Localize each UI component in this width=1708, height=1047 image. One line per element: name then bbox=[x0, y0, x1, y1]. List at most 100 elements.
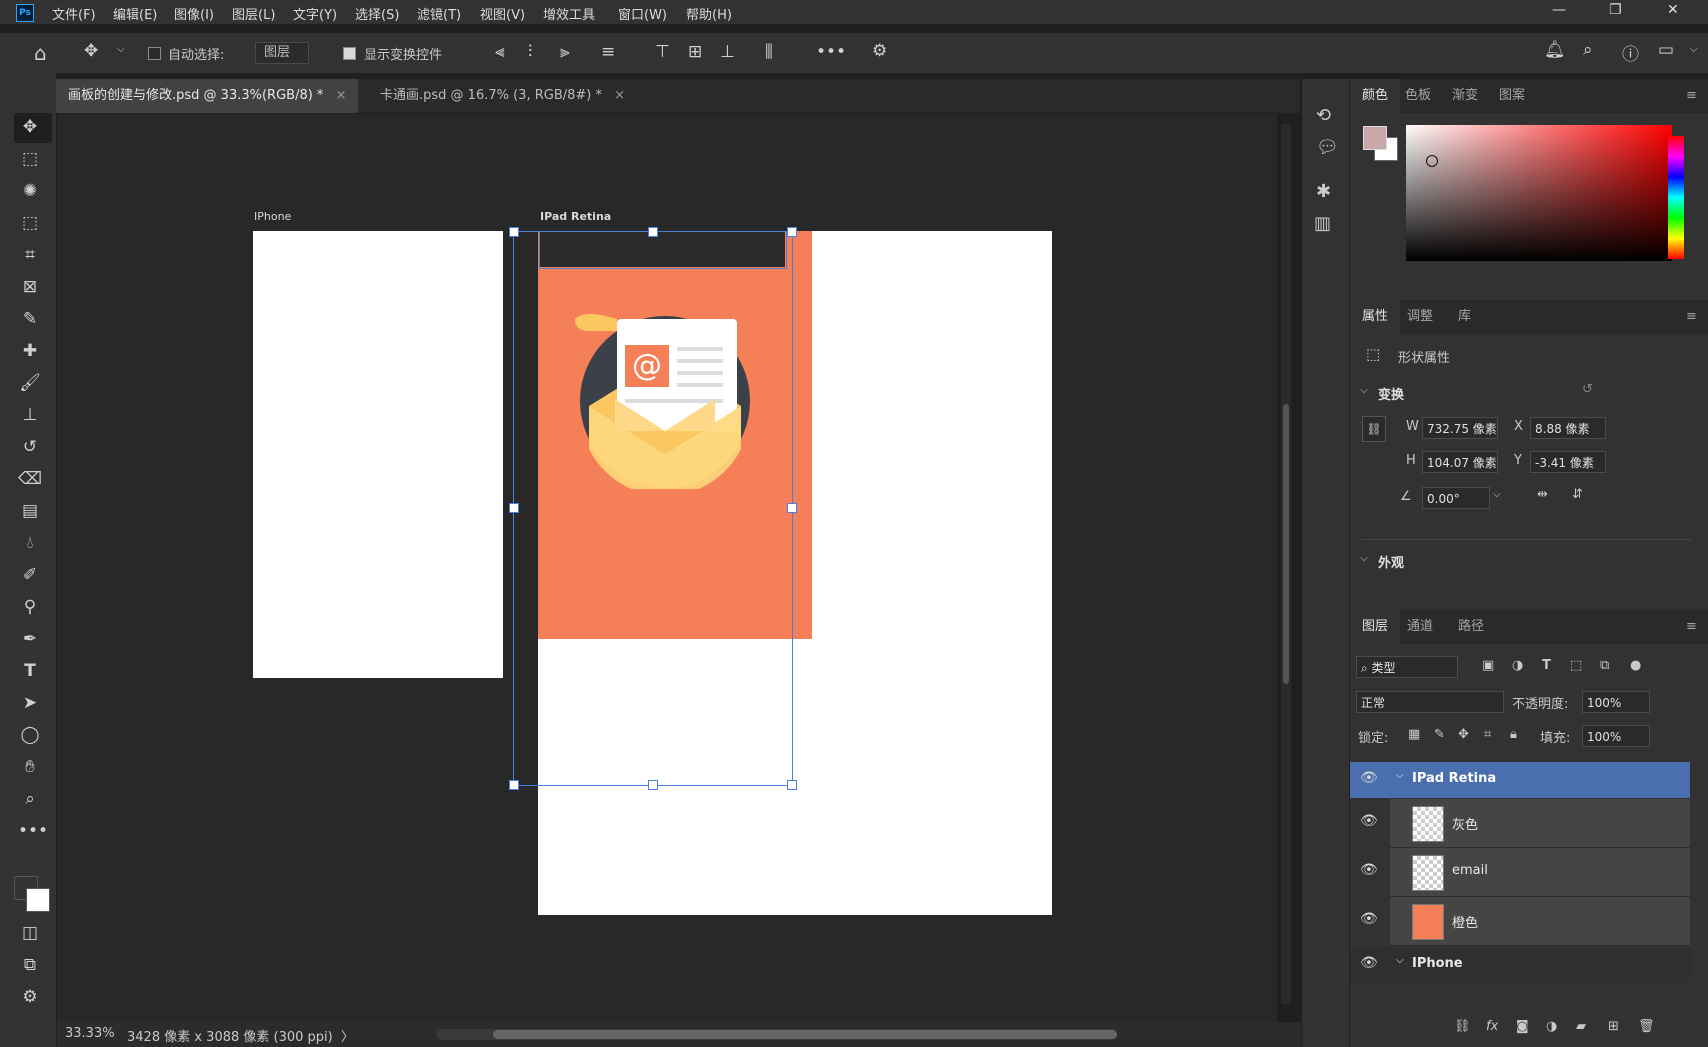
menu-window[interactable]: 窗口(W) bbox=[618, 4, 667, 23]
type-filter-icon[interactable]: T bbox=[1542, 658, 1551, 673]
pen-tool-icon[interactable]: ✒ bbox=[18, 629, 42, 649]
tab-document-1[interactable]: 画板的创建与修改.psd @ 33.3%(RGB/8) * × bbox=[56, 79, 359, 113]
bell-icon[interactable]: 🔔︎ bbox=[1544, 40, 1566, 60]
fill-field[interactable]: 100% bbox=[1582, 725, 1650, 747]
opacity-field[interactable]: 100% bbox=[1582, 691, 1650, 713]
distribute-icon[interactable]: ≡ bbox=[601, 42, 615, 62]
flip-vertical-icon[interactable]: ⇵ bbox=[1572, 487, 1583, 502]
horizontal-scroll-thumb[interactable] bbox=[493, 1030, 1117, 1039]
close-icon[interactable]: × bbox=[336, 88, 347, 103]
tab-channels[interactable]: 通道 bbox=[1407, 610, 1433, 644]
chevron-down-icon[interactable]: ⌵ bbox=[1493, 489, 1501, 500]
folder-icon[interactable]: ▰ bbox=[1576, 1019, 1586, 1034]
history-brush-icon[interactable]: ↺ bbox=[18, 437, 42, 457]
transform-handle[interactable] bbox=[509, 503, 519, 513]
transform-handle[interactable] bbox=[648, 780, 658, 790]
image-filter-icon[interactable]: ▣ bbox=[1482, 658, 1494, 673]
visibility-eye-icon[interactable]: 👁︎ bbox=[1360, 813, 1378, 829]
angle-field[interactable]: 0.00° bbox=[1422, 487, 1490, 509]
close-icon[interactable]: × bbox=[614, 88, 625, 103]
color-picker-cursor[interactable] bbox=[1426, 155, 1438, 167]
maximize-button[interactable]: ❐ bbox=[1609, 2, 1622, 18]
tab-color[interactable]: 颜色 bbox=[1350, 79, 1400, 113]
tab-layers[interactable]: 图层 bbox=[1350, 610, 1400, 644]
artboard-iphone[interactable] bbox=[253, 231, 503, 678]
transform-handle[interactable] bbox=[787, 503, 797, 513]
tab-patterns[interactable]: 图案 bbox=[1499, 79, 1525, 113]
tab-libraries[interactable]: 库 bbox=[1458, 300, 1471, 334]
tab-adjustments[interactable]: 调整 bbox=[1407, 300, 1433, 334]
brush-settings-icon[interactable]: ✱ bbox=[1316, 181, 1331, 202]
comment-icon[interactable]: 💬︎ bbox=[1316, 137, 1339, 158]
extras-icon[interactable]: ⚙ bbox=[18, 987, 42, 1007]
adjustment-filter-icon[interactable]: ◑ bbox=[1512, 658, 1523, 673]
status-menu-arrow[interactable]: 〉 bbox=[341, 1026, 354, 1045]
visibility-eye-icon[interactable]: 👁︎ bbox=[1360, 770, 1378, 786]
artboard-label-ipad[interactable]: IPad Retina bbox=[540, 210, 611, 223]
lock-all-icon[interactable]: 🔒︎ bbox=[1510, 727, 1517, 742]
align-bottom-icon[interactable]: ⊥ bbox=[720, 42, 735, 62]
menu-type[interactable]: 文字(Y) bbox=[293, 4, 337, 23]
visibility-eye-icon[interactable]: 👁︎ bbox=[1360, 911, 1378, 927]
brushes-icon[interactable]: ▥ bbox=[1314, 213, 1331, 234]
layer-row-email[interactable]: 👁︎ email bbox=[1360, 848, 1690, 897]
healing-brush-icon[interactable]: ✚ bbox=[18, 341, 42, 361]
layer-name[interactable]: email bbox=[1452, 863, 1488, 878]
zoom-level[interactable]: 33.33% bbox=[65, 1026, 115, 1041]
brush-tool-icon[interactable]: 🖌︎ bbox=[18, 373, 42, 393]
menu-filter[interactable]: 滤镜(T) bbox=[417, 4, 461, 23]
visibility-eye-icon[interactable]: 👁︎ bbox=[1360, 955, 1378, 971]
layer-row-orange[interactable]: 👁︎ 橙色 bbox=[1360, 897, 1690, 946]
fx-icon[interactable]: fx bbox=[1486, 1019, 1498, 1034]
artboard-label-iphone[interactable]: IPhone bbox=[254, 210, 291, 223]
layer-name[interactable]: 橙色 bbox=[1452, 912, 1478, 931]
tab-gradients[interactable]: 渐变 bbox=[1452, 79, 1478, 113]
smudge-icon[interactable]: ⚲ bbox=[18, 597, 42, 617]
menu-help[interactable]: 帮助(H) bbox=[686, 4, 732, 23]
tab-document-2[interactable]: 卡通画.psd @ 16.7% (3, RGB/8#) * × bbox=[368, 79, 637, 113]
link-icon[interactable]: ⛓ bbox=[1362, 416, 1386, 442]
transform-handle[interactable] bbox=[509, 227, 519, 237]
auto-select-target-dropdown[interactable]: 图层 bbox=[255, 42, 310, 64]
auto-select-checkbox[interactable] bbox=[148, 47, 161, 60]
distribute-vertical-icon[interactable]: ⫼ bbox=[765, 42, 773, 62]
path-select-icon[interactable]: ➤ bbox=[18, 693, 42, 713]
menu-view[interactable]: 视图(V) bbox=[480, 4, 525, 23]
mask-icon[interactable]: ◙ bbox=[1516, 1019, 1529, 1034]
visibility-eye-icon[interactable]: 👁︎ bbox=[1360, 862, 1378, 878]
layer-row-ipad-retina[interactable]: 👁︎ ⌵ IPad Retina bbox=[1350, 762, 1690, 798]
hue-slider[interactable] bbox=[1668, 136, 1684, 259]
history-icon[interactable]: ⟲ bbox=[1316, 105, 1331, 126]
foreground-color-swatch[interactable] bbox=[1363, 126, 1387, 150]
marquee-tool-icon[interactable]: ⬚ bbox=[18, 149, 42, 169]
more-options-icon[interactable]: ••• bbox=[816, 42, 846, 62]
transform-handle[interactable] bbox=[787, 780, 797, 790]
menu-image[interactable]: 图像(I) bbox=[174, 4, 214, 23]
vertical-scrollbar[interactable] bbox=[1281, 124, 1291, 1004]
chevron-down-icon[interactable]: ⌵ bbox=[117, 44, 125, 55]
lock-position-icon[interactable]: ✥ bbox=[1458, 727, 1469, 742]
menu-plugins[interactable]: 增效工具 bbox=[543, 4, 595, 23]
transform-handle[interactable] bbox=[787, 227, 797, 237]
tab-properties[interactable]: 属性 bbox=[1350, 300, 1400, 334]
chevron-down-icon[interactable]: ⌵ bbox=[1396, 770, 1404, 781]
layer-name[interactable]: 灰色 bbox=[1452, 814, 1478, 833]
object-select-icon[interactable]: ⬚ bbox=[18, 213, 42, 233]
crop-tool-icon[interactable]: ⌗ bbox=[18, 245, 42, 265]
chevron-down-icon[interactable]: ⌵ bbox=[1690, 44, 1698, 55]
move-tool-icon[interactable]: ✥ bbox=[84, 41, 98, 61]
layer-row-iphone[interactable]: 👁︎ ⌵ IPhone bbox=[1350, 947, 1690, 983]
align-left-icon[interactable]: ⫷ bbox=[495, 42, 505, 62]
layer-name[interactable]: IPad Retina bbox=[1412, 771, 1496, 786]
align-top-icon[interactable]: ⊤ bbox=[655, 42, 670, 62]
help-icon[interactable]: ⓘ bbox=[1622, 40, 1639, 65]
color-picker-field[interactable] bbox=[1406, 125, 1672, 261]
workspace-icon[interactable]: ▭ bbox=[1658, 40, 1674, 60]
menu-layer[interactable]: 图层(L) bbox=[232, 4, 275, 23]
lock-pixels-icon[interactable]: ✎ bbox=[1434, 727, 1445, 742]
lock-artboard-icon[interactable]: ⌗ bbox=[1484, 727, 1491, 742]
menu-select[interactable]: 选择(S) bbox=[355, 4, 399, 23]
home-icon[interactable]: ⌂ bbox=[34, 41, 47, 65]
transform-handle[interactable] bbox=[648, 227, 658, 237]
blur-tool-icon[interactable]: 💧︎ bbox=[18, 533, 42, 553]
